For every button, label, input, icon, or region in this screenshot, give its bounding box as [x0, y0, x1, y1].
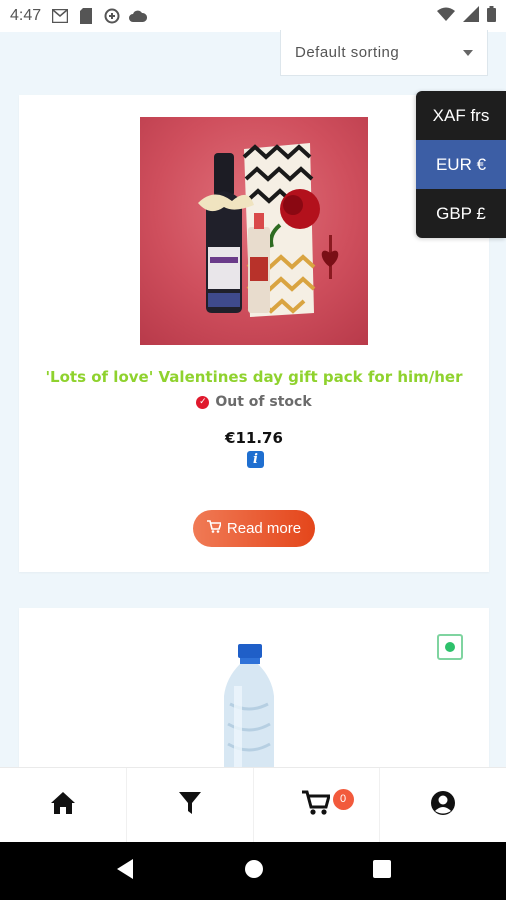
nav-cart[interactable]: 0 [254, 768, 381, 842]
sort-selected-label: Default sorting [295, 44, 400, 61]
recents-icon[interactable] [373, 860, 392, 882]
chevron-down-icon [463, 49, 473, 56]
data-saver-icon [103, 7, 121, 25]
status-time: 4:47 [10, 7, 42, 24]
system-nav-bar [0, 842, 506, 900]
info-icon[interactable]: i [247, 451, 264, 468]
stock-status: ✓ Out of stock [19, 394, 489, 410]
nav-home[interactable] [0, 768, 127, 842]
read-more-button[interactable]: Read more [193, 510, 315, 547]
veg-badge-icon [437, 634, 463, 660]
account-icon [430, 790, 456, 820]
status-bar: 4:47 [0, 0, 506, 32]
filter-icon [178, 792, 201, 818]
currency-option-gbp[interactable]: GBP £ [416, 189, 506, 238]
wifi-icon [437, 7, 455, 26]
currency-switcher: XAF frs EUR € GBP £ [416, 91, 506, 238]
battery-icon [487, 5, 496, 27]
currency-option-eur[interactable]: EUR € [416, 140, 506, 189]
nav-account[interactable] [380, 768, 506, 842]
sort-dropdown[interactable]: Default sorting [280, 30, 488, 76]
check-circle-icon: ✓ [196, 395, 210, 409]
product-image[interactable] [140, 117, 368, 345]
nav-filter[interactable] [127, 768, 254, 842]
gmail-icon [51, 7, 69, 25]
home-icon [50, 791, 76, 819]
cart-count-badge: 0 [332, 789, 354, 810]
cloud-icon [129, 7, 148, 25]
signal-icon [463, 5, 479, 27]
home-circle-icon[interactable] [244, 859, 264, 883]
product-price: €11.76 [225, 429, 283, 447]
product-title[interactable]: 'Lots of love' Valentines day gift pack … [19, 368, 489, 386]
bottom-nav: 0 [0, 767, 506, 842]
product-image[interactable] [214, 644, 284, 778]
back-icon[interactable] [115, 858, 135, 884]
cart-icon [206, 520, 223, 537]
stock-status-label: Out of stock [215, 394, 312, 410]
read-more-label: Read more [226, 520, 302, 537]
currency-option-xaf[interactable]: XAF frs [416, 91, 506, 140]
product-card[interactable] [19, 608, 489, 778]
cart-icon [302, 790, 332, 820]
sim-card-icon [77, 7, 95, 25]
